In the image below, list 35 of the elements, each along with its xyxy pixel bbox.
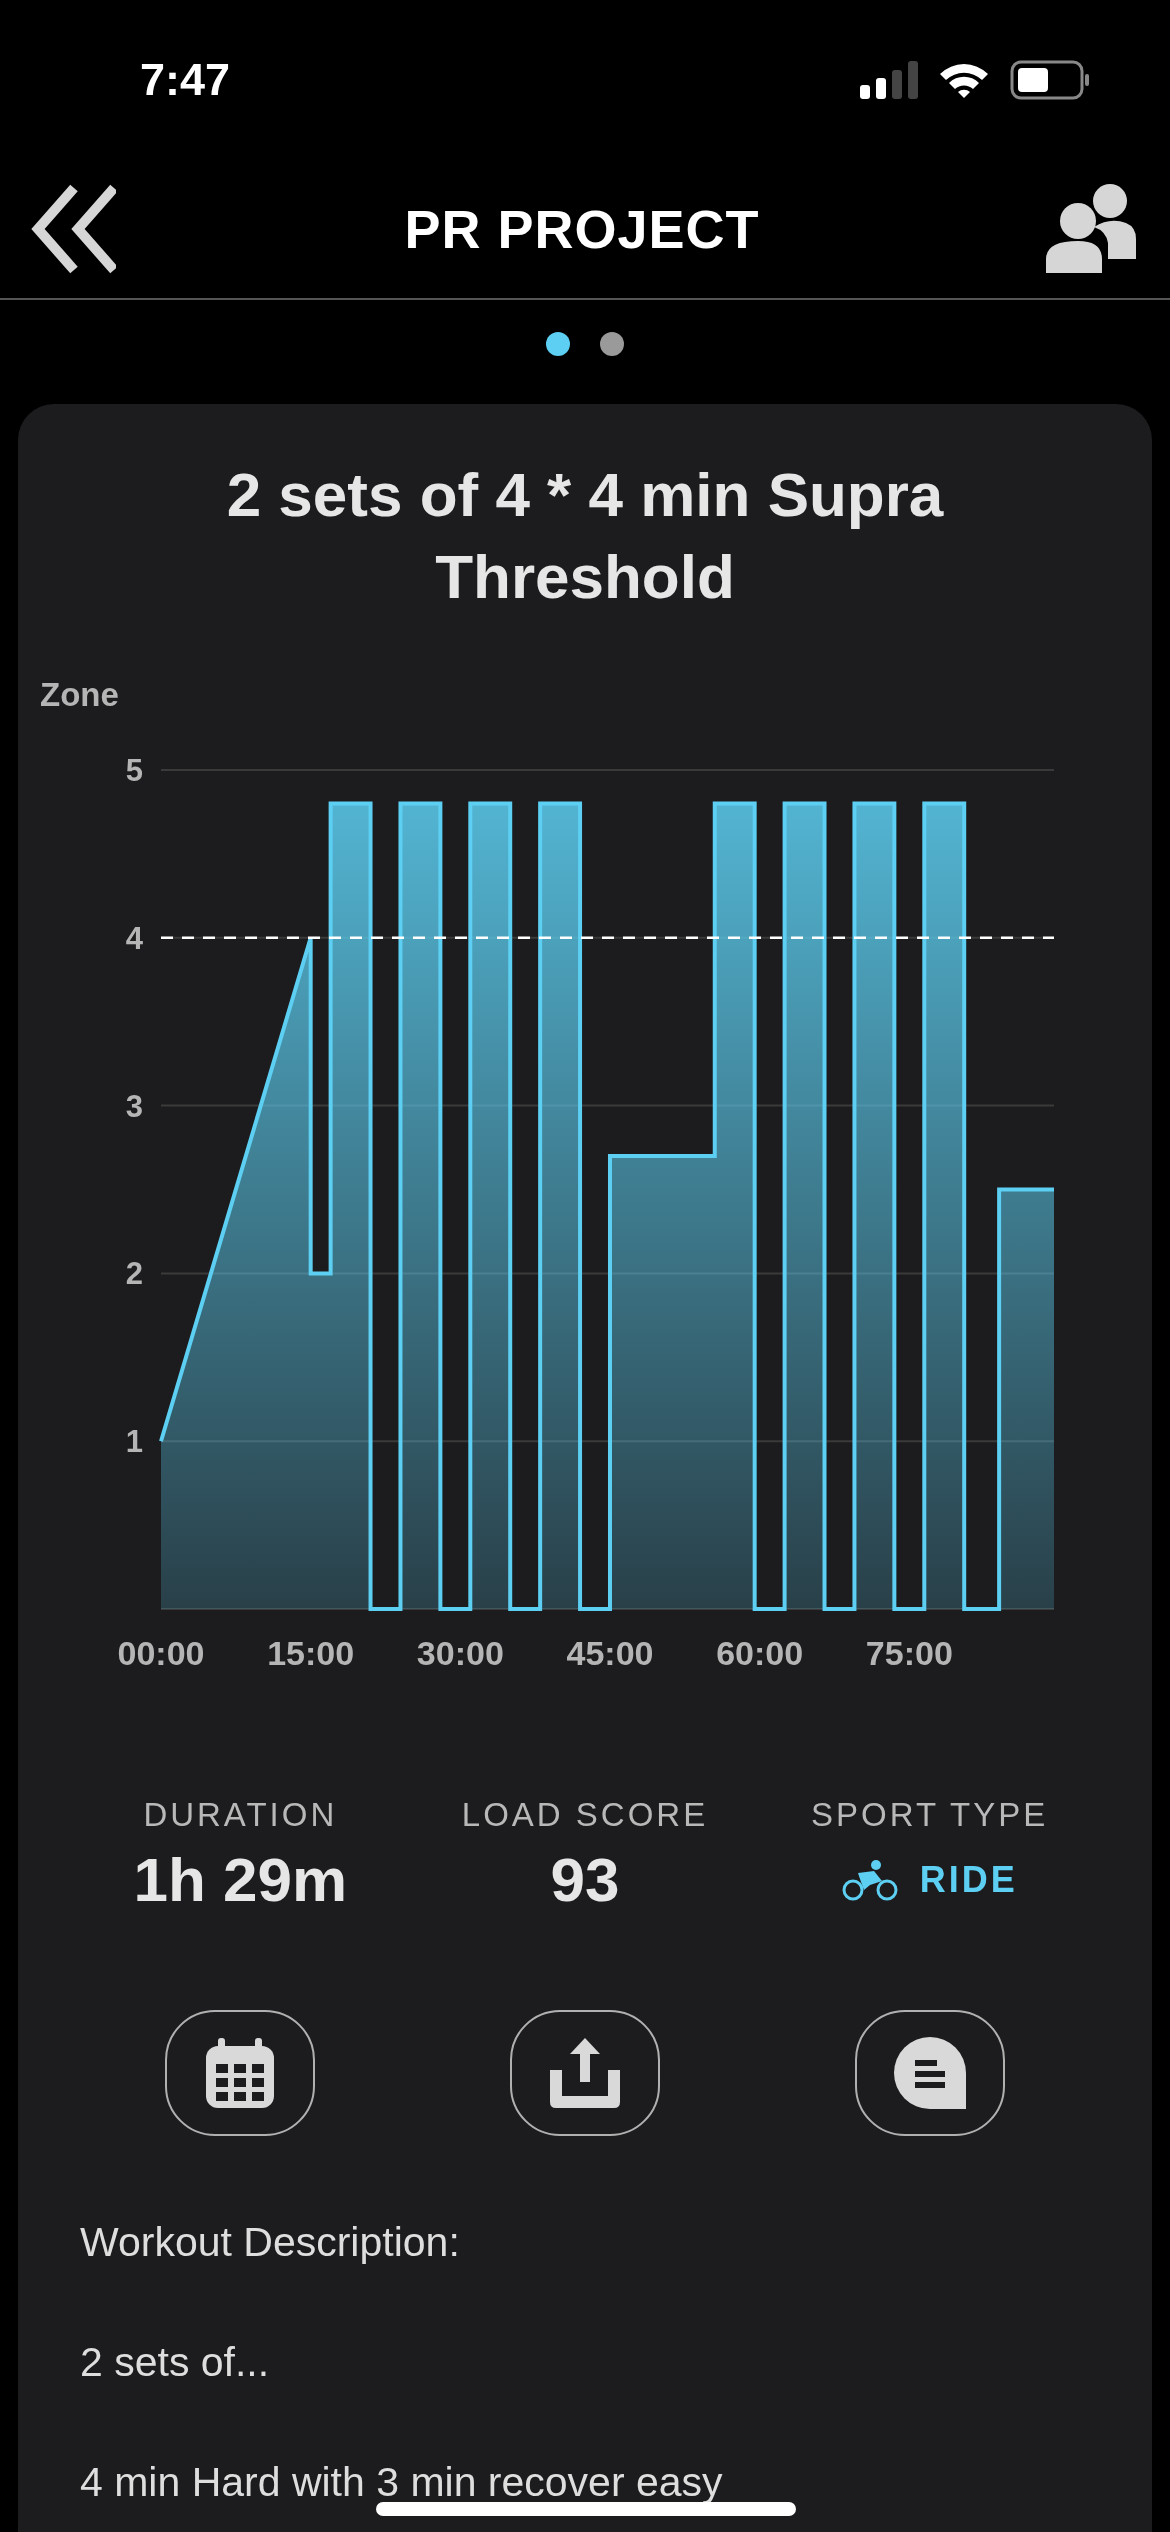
axis-tick-label: 00:00	[117, 1634, 205, 1672]
axis-title: Zone	[40, 678, 120, 711]
description-text: Workout Description:	[80, 2220, 461, 2263]
double-chevron-icon	[30, 184, 116, 274]
workout-title: 2 sets of 4 * 4 min Supra Threshold	[225, 459, 945, 613]
description-text: 2 sets of...	[80, 2340, 271, 2383]
axis-tick-label: 15:00	[267, 1634, 355, 1672]
comment-icon	[892, 2035, 967, 2110]
battery-icon	[1010, 60, 1090, 100]
cyclist-icon	[841, 1858, 898, 1901]
comment-button[interactable]	[854, 2009, 1005, 2136]
axis-tick-label: 4	[125, 920, 143, 956]
wifi-icon	[938, 61, 990, 99]
axis-tick-label: 45:00	[566, 1634, 654, 1672]
axis-tick-label: 3	[125, 1088, 143, 1124]
signal-icon	[860, 61, 918, 99]
calendar-button[interactable]	[165, 2009, 316, 2136]
stat-value: 93	[550, 1843, 620, 1916]
stat-label: SPORT TYPE	[811, 1795, 1049, 1835]
share-button[interactable]	[510, 2009, 660, 2136]
stat-value: 1h 29m	[133, 1843, 348, 1916]
axis-tick-label: 75:00	[865, 1634, 953, 1672]
axis-tick-label: 30:00	[416, 1634, 504, 1672]
people-icon	[1046, 183, 1138, 275]
axis-tick-label: 1	[125, 1424, 143, 1460]
description-text: 4 min Hard with 3 min recover easy	[80, 2460, 724, 2503]
stat-label: DURATION	[143, 1795, 338, 1835]
screen-title: PR PROJECT	[404, 197, 760, 261]
calendar-icon	[204, 2035, 277, 2110]
sport-type-value: RIDE	[919, 1857, 1018, 1902]
status-time: 7:47	[140, 53, 231, 108]
axis-tick-label: 60:00	[716, 1634, 804, 1672]
axis-tick-label: 2	[125, 1256, 143, 1292]
stat-label: LOAD SCORE	[461, 1795, 709, 1835]
axis-tick-label: 5	[125, 753, 143, 788]
